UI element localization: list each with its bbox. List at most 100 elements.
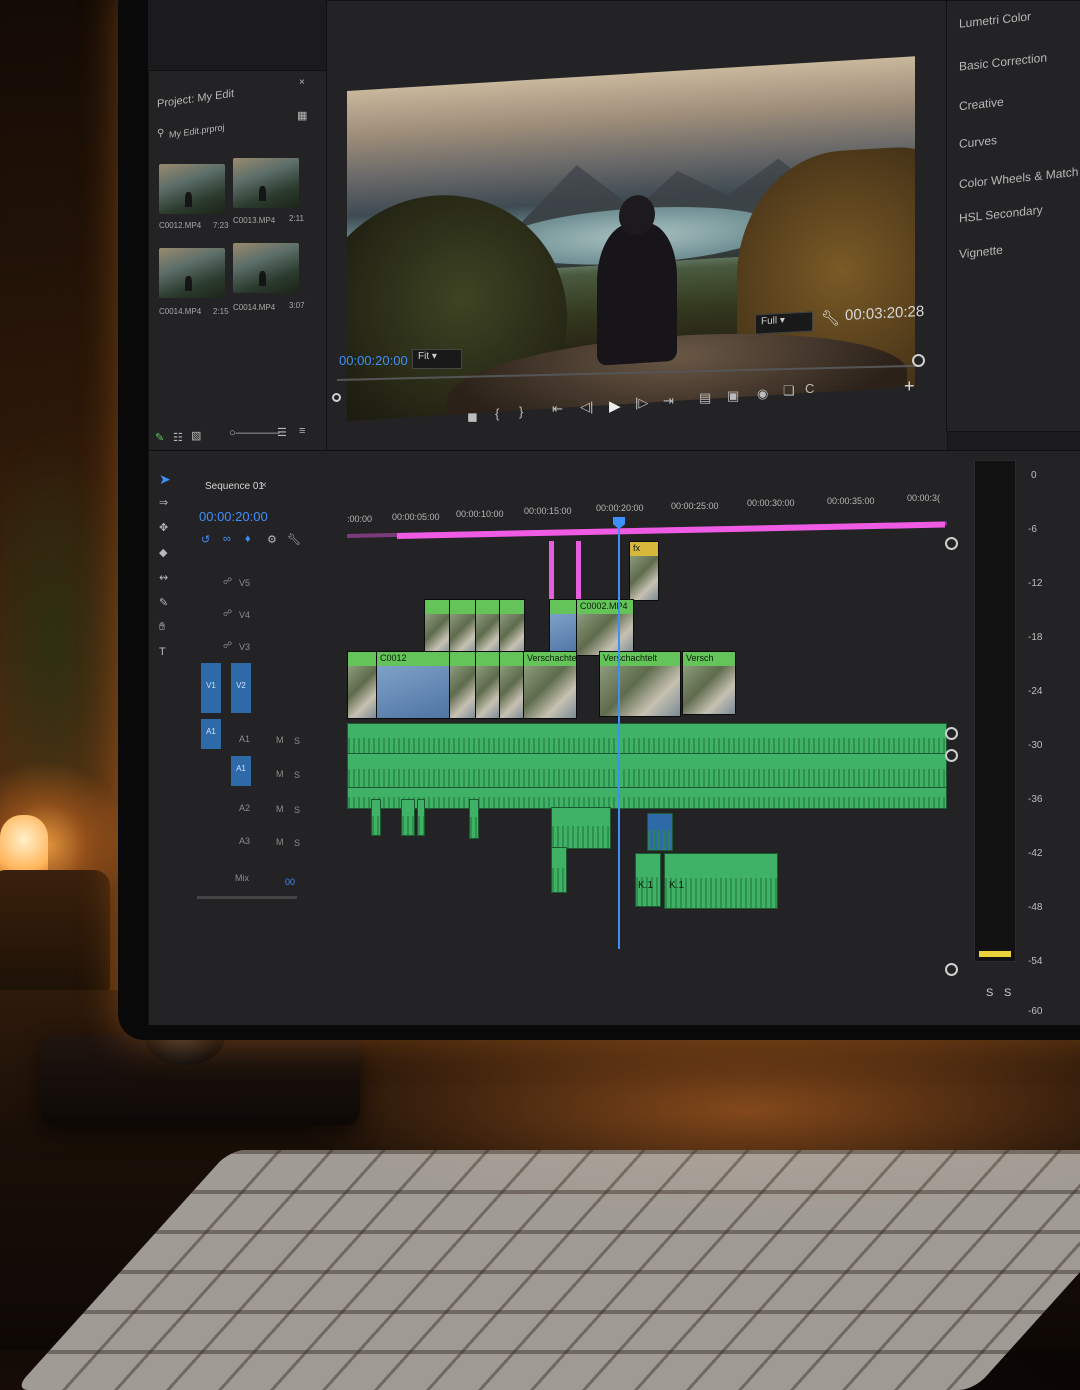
audio-clip-a1[interactable]	[347, 787, 947, 809]
audio-clip-a2[interactable]	[551, 807, 611, 849]
audio-clip-a3[interactable]	[551, 847, 567, 893]
source-patch-a1[interactable]: A1	[201, 719, 221, 749]
mute-button[interactable]: M	[276, 735, 284, 745]
tool-hand-icon[interactable]: ✋︎	[159, 621, 165, 634]
compare-view-icon[interactable]: ❏	[783, 383, 795, 399]
sequence-tab-close[interactable]: ×	[261, 480, 267, 491]
v2-clip[interactable]	[449, 651, 477, 719]
quality-select[interactable]: Full ▾	[755, 311, 813, 335]
source-patch-v1[interactable]: V1	[201, 663, 221, 713]
adjustment-clip-pink[interactable]	[549, 541, 554, 601]
wrench-icon[interactable]: 🔧︎	[287, 533, 301, 546]
zoom-slider[interactable]: ○————	[229, 427, 280, 439]
track-end-marker[interactable]	[945, 537, 958, 550]
add-marker-icon[interactable]: ◼	[467, 409, 478, 425]
clip-thumbnail[interactable]	[159, 164, 225, 214]
v2-nested-clip[interactable]: Versch	[682, 651, 736, 715]
panel-close-button[interactable]: ×	[299, 77, 305, 88]
icon-view-icon[interactable]: ▧	[191, 429, 201, 442]
project-panel-title[interactable]: Project: My Edit	[157, 88, 234, 111]
v2-clip[interactable]	[347, 651, 377, 719]
clip-thumbnail[interactable]	[233, 243, 299, 293]
button-editor-plus-icon[interactable]: +	[904, 376, 915, 397]
timeline-playhead[interactable]	[618, 519, 620, 949]
v2-nested-clip[interactable]: Verschachtelt	[523, 651, 577, 719]
step-forward-button[interactable]: |▷	[635, 395, 648, 411]
clip-thumbnail[interactable]	[233, 158, 299, 208]
add-marker-icon[interactable]: ♦	[245, 533, 251, 545]
fx-item[interactable]: HSL Secondary	[959, 203, 1043, 226]
audio-clip-a2-small[interactable]	[647, 813, 673, 851]
scrub-end-marker[interactable]	[912, 354, 925, 367]
audio-clip-a2[interactable]	[469, 799, 479, 839]
linked-selection-icon[interactable]: ∞	[223, 533, 231, 545]
settings-wrench-icon[interactable]: 🔧︎	[821, 309, 840, 327]
fx-item[interactable]: Creative	[959, 95, 1004, 114]
insert-button[interactable]: ▤	[699, 390, 711, 406]
fx-item[interactable]: Basic Correction	[959, 50, 1047, 73]
tool-select-icon[interactable]: ➤	[159, 471, 171, 488]
v4-clip-c0002[interactable]: C0002.MP4	[576, 599, 634, 656]
snap-icon[interactable]: ↺	[201, 533, 210, 546]
mute-button[interactable]: M	[276, 769, 284, 779]
solo-button[interactable]: S	[294, 736, 300, 746]
audio-clip-a1[interactable]	[347, 753, 947, 789]
v5-clip[interactable]: fx	[629, 541, 659, 601]
track-end-marker[interactable]	[945, 727, 958, 740]
mute-button[interactable]: M	[276, 837, 284, 847]
solo-button[interactable]: S	[294, 770, 300, 780]
meter-solo-left[interactable]: S	[986, 987, 993, 999]
track-end-marker[interactable]	[945, 963, 958, 976]
clip-thumbnail[interactable]	[159, 248, 225, 298]
export-frame-camera-icon[interactable]: ◉	[757, 386, 768, 402]
fx-item[interactable]: Color Wheels & Match	[959, 165, 1078, 192]
v4-clip[interactable]	[424, 599, 451, 656]
track-end-marker[interactable]	[945, 749, 958, 762]
audio-clip-a2[interactable]	[417, 799, 425, 836]
solo-button[interactable]: S	[294, 805, 300, 815]
mark-in-button[interactable]: {	[495, 406, 499, 421]
timeline-settings-icon[interactable]: ⚙	[267, 533, 277, 546]
fx-item[interactable]: Vignette	[959, 243, 1003, 262]
list-icon[interactable]: ☷	[173, 431, 183, 444]
tool-type-icon[interactable]: T	[159, 646, 166, 658]
panel-menu-icon[interactable]: ≡	[299, 425, 305, 437]
tool-slip-icon[interactable]: ↭	[159, 571, 168, 584]
v2-clip-c0012[interactable]: C0012	[376, 651, 450, 719]
v2-clip[interactable]	[499, 651, 525, 719]
mute-button[interactable]: M	[276, 804, 284, 814]
solo-button[interactable]: S	[294, 838, 300, 848]
program-playhead-timecode[interactable]: 00:00:20:00	[339, 353, 408, 368]
track-target-v2[interactable]: V2	[231, 663, 251, 713]
tool-ripple-icon[interactable]: ✥	[159, 521, 168, 534]
tool-track-select-icon[interactable]: ⇒	[159, 496, 168, 509]
lock-icon[interactable]: ☍	[223, 640, 232, 651]
v4-clip[interactable]	[499, 599, 525, 656]
audio-clip-k1[interactable]: K.1	[635, 853, 661, 907]
adjustment-clip-pink[interactable]	[576, 541, 581, 601]
go-to-out-button[interactable]: ⇥	[663, 393, 674, 409]
v2-nested-clip[interactable]: Verschachtelt	[599, 651, 681, 717]
mark-out-button[interactable]: }	[519, 404, 523, 419]
v2-clip[interactable]	[475, 651, 501, 719]
fx-item[interactable]: Lumetri Color	[959, 9, 1031, 31]
playhead-handle[interactable]	[613, 517, 625, 529]
step-back-button[interactable]: ◁|	[580, 399, 593, 415]
meter-solo-right[interactable]: S	[1004, 987, 1011, 999]
pen-icon[interactable]: ✎	[155, 431, 164, 444]
v4-clip[interactable]	[475, 599, 501, 656]
zoom-select[interactable]: Fit ▾	[412, 349, 462, 369]
tool-pen-icon[interactable]: ✎	[159, 596, 168, 609]
overwrite-button[interactable]: ▣	[727, 388, 739, 404]
search-icon[interactable]: ⚲	[157, 128, 164, 139]
fx-item[interactable]: Curves	[959, 133, 997, 151]
sort-icon[interactable]: ☰	[277, 426, 287, 439]
v4-clip[interactable]	[549, 599, 577, 656]
list-view-icon[interactable]: ▦	[297, 109, 307, 122]
sequence-timecode[interactable]: 00:00:20:00	[199, 509, 268, 524]
audio-clip-k1[interactable]: K.1	[664, 853, 778, 909]
tool-razor-icon[interactable]: ◆	[159, 546, 167, 559]
play-button[interactable]: ▶	[609, 397, 621, 415]
lock-icon[interactable]: ☍	[223, 576, 232, 587]
scrub-start-marker[interactable]	[332, 393, 341, 402]
